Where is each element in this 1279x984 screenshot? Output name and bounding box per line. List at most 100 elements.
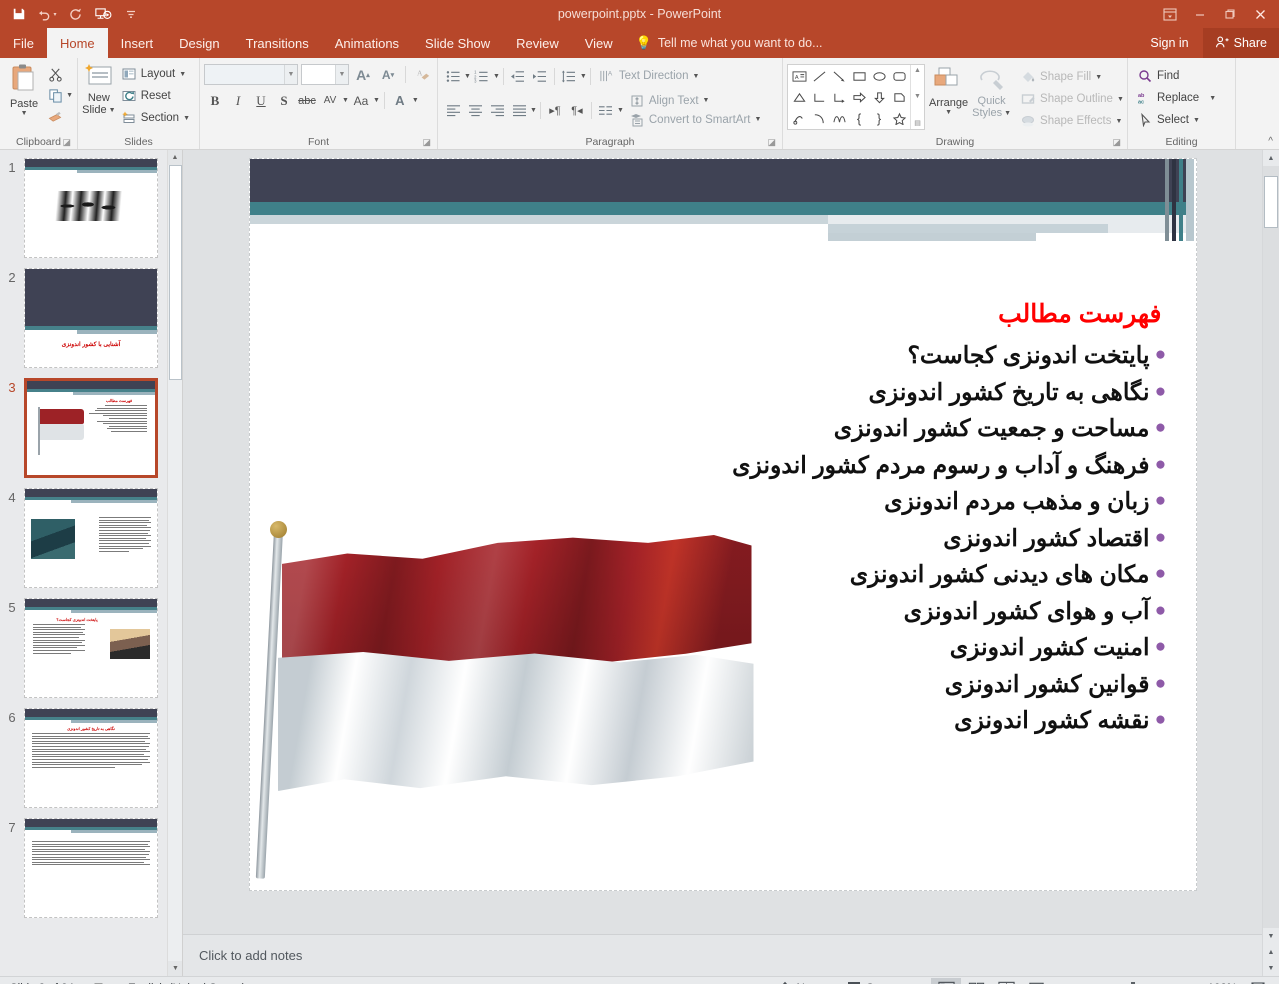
- shape-curve-icon[interactable]: [829, 108, 849, 129]
- section-dropdown-icon[interactable]: ▼: [183, 115, 190, 122]
- font-name-box[interactable]: ▼: [204, 64, 298, 85]
- arrange-button[interactable]: Arrange ▼: [929, 64, 968, 116]
- shapes-scroll-up-icon[interactable]: ▲: [914, 67, 921, 74]
- shape-freeform-icon[interactable]: [789, 108, 809, 129]
- align-center-button[interactable]: [464, 100, 486, 121]
- shapes-scroll-down-icon[interactable]: ▼: [914, 93, 921, 100]
- align-right-button[interactable]: [486, 100, 508, 121]
- thumbnail-preview[interactable]: [24, 818, 158, 918]
- shape-star-icon[interactable]: [889, 108, 909, 129]
- scroll-thumb[interactable]: [1264, 176, 1278, 228]
- shape-line-icon[interactable]: [809, 66, 829, 87]
- thumbnail-panel-scrollbar[interactable]: ▲ ▼: [167, 150, 182, 976]
- character-spacing-button[interactable]: AV: [319, 90, 341, 111]
- indonesia-flag-image[interactable]: [258, 499, 778, 879]
- thumbnail-preview[interactable]: آشنایی با کشور اندونزی: [24, 268, 158, 368]
- slide-show-view-button[interactable]: [1021, 978, 1051, 984]
- slide-area-scrollbar[interactable]: ▲ ▼ ▲ ▼: [1262, 150, 1279, 976]
- text-direction-button[interactable]: A Text Direction ▼: [594, 65, 705, 87]
- customize-qat-icon[interactable]: [118, 2, 144, 26]
- slide-thumbnail-7[interactable]: 7: [0, 818, 182, 918]
- previous-slide-icon[interactable]: ▲: [1263, 944, 1279, 960]
- tab-slide-show[interactable]: Slide Show: [412, 28, 503, 58]
- slide-thumbnail-6[interactable]: 6 نگاهی به تاریخ کشور اندونزی: [0, 708, 182, 808]
- shape-effects-button[interactable]: Shape Effects ▼: [1015, 110, 1129, 132]
- quick-styles-button[interactable]: Quick Styles ▼: [972, 64, 1011, 119]
- collapse-ribbon-icon[interactable]: ^: [1268, 136, 1273, 147]
- shape-fill-dropdown-icon[interactable]: ▼: [1095, 74, 1102, 81]
- italic-button[interactable]: I: [227, 90, 249, 111]
- underline-button[interactable]: U: [250, 90, 272, 111]
- replace-dropdown-icon[interactable]: ▼: [1209, 95, 1216, 102]
- normal-view-button[interactable]: [931, 978, 961, 984]
- reset-button[interactable]: Reset: [116, 85, 195, 107]
- decrease-indent-button[interactable]: [507, 66, 529, 87]
- clipboard-dialog-launcher-icon[interactable]: ◪: [62, 137, 71, 148]
- shape-arc-icon[interactable]: [809, 108, 829, 129]
- tab-animations[interactable]: Animations: [322, 28, 412, 58]
- thumbnail-scroll-thumb[interactable]: [169, 165, 182, 380]
- new-slide-button[interactable]: New Slide ▼: [82, 61, 116, 116]
- slide-thumbnail-2[interactable]: 2 آشنایی با کشور اندونزی: [0, 268, 182, 368]
- slide-thumbnail-5[interactable]: 5 پایتخت اندونزی کجاست؟: [0, 598, 182, 698]
- columns-button[interactable]: [595, 100, 617, 121]
- undo-icon[interactable]: ▾: [34, 2, 60, 26]
- next-slide-icon[interactable]: ▼: [1263, 960, 1279, 976]
- thumbnail-preview[interactable]: نگاهی به تاریخ کشور اندونزی: [24, 708, 158, 808]
- select-dropdown-icon[interactable]: ▼: [1193, 117, 1200, 124]
- zoom-slider[interactable]: − +: [1051, 981, 1207, 984]
- thumbnail-preview[interactable]: [24, 488, 158, 588]
- copy-icon[interactable]: [44, 85, 66, 106]
- slide-title[interactable]: فهرست مطالب: [742, 299, 1162, 329]
- shape-left-brace-icon[interactable]: {: [849, 108, 869, 129]
- ribbon-display-options-icon[interactable]: [1155, 1, 1185, 27]
- arrange-dropdown-icon[interactable]: ▼: [945, 109, 952, 116]
- thumbnail-preview[interactable]: فهرست مطالب: [24, 378, 158, 478]
- tell-me-search[interactable]: 💡 Tell me what you want to do...: [626, 28, 833, 58]
- thumbnail-scroll-down-icon[interactable]: ▼: [168, 961, 183, 976]
- shapes-gallery[interactable]: A { }: [787, 64, 925, 130]
- thumbnail-preview[interactable]: پایتخت اندونزی کجاست؟: [24, 598, 158, 698]
- drawing-dialog-launcher-icon[interactable]: ◪: [1112, 137, 1121, 148]
- thumbnail-scroll-up-icon[interactable]: ▲: [168, 150, 182, 165]
- shape-effects-dropdown-icon[interactable]: ▼: [1115, 118, 1122, 125]
- quick-styles-dropdown-icon[interactable]: ▼: [1004, 110, 1011, 117]
- font-color-dropdown-icon[interactable]: ▼: [412, 97, 419, 104]
- change-case-button[interactable]: Aa: [350, 90, 372, 111]
- notes-pane[interactable]: Click to add notes: [183, 934, 1262, 976]
- copy-dropdown-icon[interactable]: ▼: [66, 92, 73, 99]
- character-spacing-dropdown-icon[interactable]: ▼: [342, 97, 349, 104]
- font-size-dropdown-icon[interactable]: ▼: [335, 65, 348, 84]
- tab-view[interactable]: View: [572, 28, 626, 58]
- text-direction-dropdown-icon[interactable]: ▼: [692, 73, 699, 80]
- shape-oval-icon[interactable]: [869, 66, 889, 87]
- font-dialog-launcher-icon[interactable]: ◪: [422, 137, 431, 148]
- text-shadow-button[interactable]: S: [273, 90, 295, 111]
- tab-transitions[interactable]: Transitions: [233, 28, 322, 58]
- shape-pentagon-icon[interactable]: [889, 87, 909, 108]
- align-text-button[interactable]: Align Text ▼: [624, 91, 767, 110]
- zoom-out-button[interactable]: −: [1059, 981, 1067, 984]
- line-spacing-dropdown-icon[interactable]: ▼: [580, 73, 587, 80]
- shape-rounded-rectangle-icon[interactable]: [889, 66, 909, 87]
- current-slide[interactable]: فهرست مطالب ● پایتخت اندونزی کجاست؟ ● نگ…: [249, 158, 1197, 891]
- convert-to-smartart-button[interactable]: Convert to SmartArt ▼: [624, 110, 767, 129]
- shapes-more-icon[interactable]: ▤: [914, 119, 921, 127]
- paragraph-dialog-launcher-icon[interactable]: ◪: [767, 137, 776, 148]
- cut-icon[interactable]: [44, 64, 66, 85]
- numbering-dropdown-icon[interactable]: ▼: [493, 73, 500, 80]
- tab-design[interactable]: Design: [166, 28, 232, 58]
- shape-outline-button[interactable]: Shape Outline ▼: [1015, 88, 1129, 110]
- select-button[interactable]: Select ▼: [1132, 109, 1221, 131]
- shape-right-arrow-icon[interactable]: [849, 87, 869, 108]
- bullets-dropdown-icon[interactable]: ▼: [464, 73, 471, 80]
- slide-counter[interactable]: Slide 3 of 24: [0, 977, 84, 984]
- font-color-button[interactable]: A: [389, 90, 411, 111]
- tab-file[interactable]: File: [0, 28, 47, 58]
- shape-textbox-icon[interactable]: A: [789, 66, 809, 87]
- change-case-dropdown-icon[interactable]: ▼: [373, 97, 380, 104]
- close-icon[interactable]: [1245, 1, 1275, 27]
- numbering-button[interactable]: 123: [471, 66, 493, 87]
- reading-view-button[interactable]: [991, 978, 1021, 984]
- columns-dropdown-icon[interactable]: ▼: [530, 107, 537, 114]
